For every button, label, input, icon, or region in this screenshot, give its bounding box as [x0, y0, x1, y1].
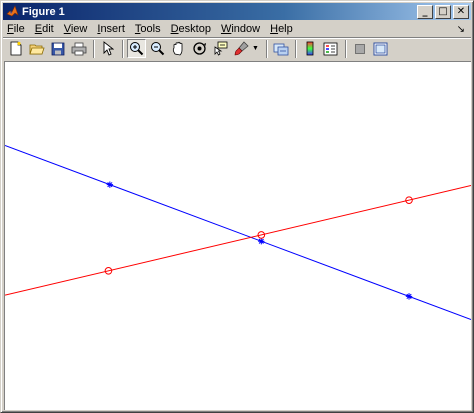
menu-tools[interactable]: Tools: [130, 23, 166, 35]
plot-area[interactable]: [5, 62, 471, 410]
save-icon[interactable]: [48, 39, 67, 58]
toolbar-separator: [93, 39, 95, 58]
matlab-logo-icon: [5, 5, 19, 19]
red-line[interactable]: [5, 185, 471, 296]
toolbar-separator: [295, 39, 297, 58]
maximize-button[interactable]: □: [435, 4, 451, 19]
rotate-3d-icon[interactable]: [190, 39, 209, 58]
show-plot-tools-icon[interactable]: [371, 39, 390, 58]
brush-dropdown-icon[interactable]: ▼: [252, 45, 259, 52]
window-title: Figure 1: [22, 5, 65, 18]
open-file-icon[interactable]: [27, 39, 46, 58]
dock-arrow-icon[interactable]: ↘: [457, 24, 465, 35]
blue-line[interactable]: [5, 145, 471, 320]
pan-hand-icon[interactable]: [169, 39, 188, 58]
menu-bar: File Edit View Insert Tools Desktop Wind…: [3, 21, 471, 37]
menu-insert[interactable]: Insert: [92, 23, 130, 35]
menu-view[interactable]: View: [59, 23, 93, 35]
close-icon: ✕: [456, 5, 466, 17]
minimize-icon: _: [422, 5, 428, 17]
menu-help[interactable]: Help: [265, 23, 298, 35]
close-button[interactable]: ✕: [453, 4, 469, 19]
print-icon[interactable]: [69, 39, 88, 58]
new-figure-icon[interactable]: [6, 39, 25, 58]
menu-edit[interactable]: Edit: [30, 23, 59, 35]
zoom-out-icon[interactable]: [148, 39, 167, 58]
toolbar-separator: [345, 39, 347, 58]
menu-window[interactable]: Window: [216, 23, 265, 35]
figure-canvas[interactable]: [4, 61, 471, 410]
star-marker[interactable]: [258, 238, 265, 245]
minimize-button[interactable]: _: [417, 4, 433, 19]
data-cursor-icon[interactable]: [211, 39, 230, 58]
maximize-icon: □: [438, 5, 448, 17]
title-bar[interactable]: Figure 1 _ □ ✕: [3, 3, 471, 20]
hide-plot-tools-icon[interactable]: [350, 39, 369, 58]
figure-toolbar: ▼: [3, 37, 471, 59]
toolbar-separator: [266, 39, 268, 58]
figure-window: Figure 1 _ □ ✕ File Edit View Insert Too…: [0, 0, 474, 413]
toolbar-separator: [122, 39, 124, 58]
menu-desktop[interactable]: Desktop: [166, 23, 216, 35]
legend-icon[interactable]: [321, 39, 340, 58]
edit-plot-arrow-icon[interactable]: [98, 39, 117, 58]
brush-icon[interactable]: [232, 39, 251, 58]
colorbar-icon[interactable]: [300, 39, 319, 58]
menu-file[interactable]: File: [3, 23, 30, 35]
star-marker[interactable]: [106, 181, 114, 188]
zoom-in-icon[interactable]: [127, 39, 146, 58]
star-marker[interactable]: [405, 293, 413, 300]
link-plot-icon[interactable]: [271, 39, 290, 58]
